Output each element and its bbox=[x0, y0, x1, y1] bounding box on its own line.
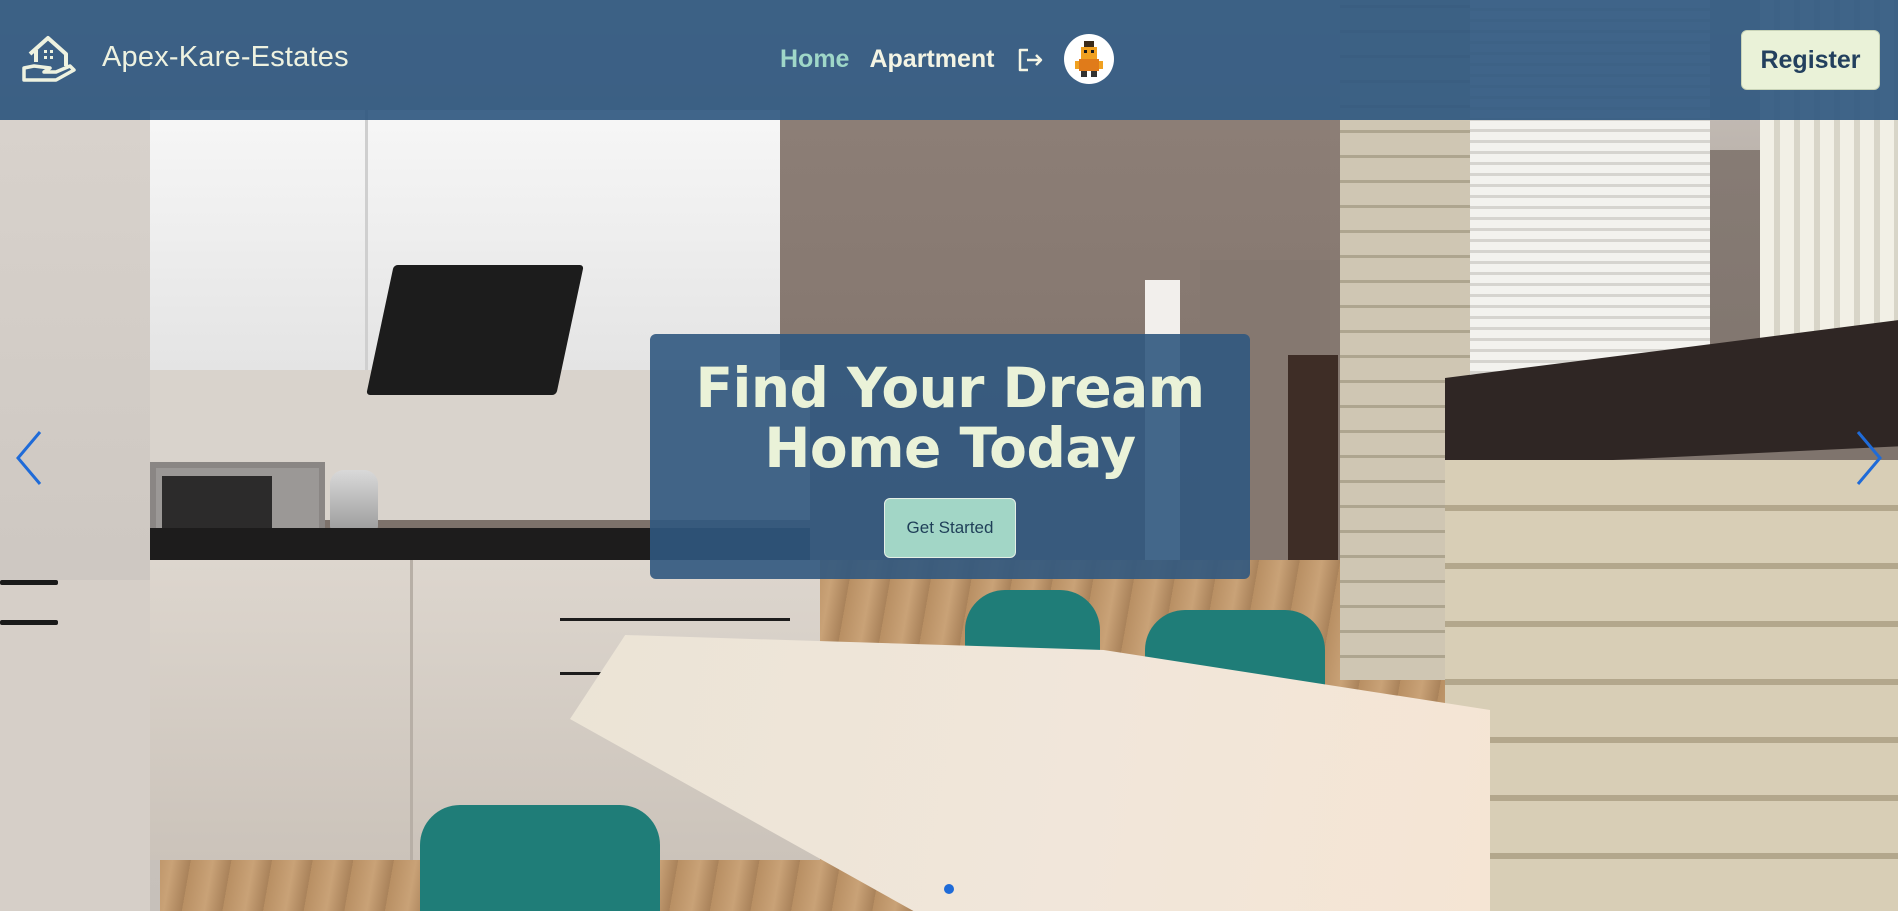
drawer-handle bbox=[560, 618, 790, 621]
avatar-image-icon bbox=[1075, 41, 1104, 77]
hero-title-line-2: Home Today bbox=[764, 416, 1136, 480]
cabinet-handle bbox=[0, 580, 58, 585]
chevron-right-icon[interactable] bbox=[1852, 428, 1886, 488]
stone-wall bbox=[1445, 460, 1898, 911]
chevron-left-icon[interactable] bbox=[12, 428, 46, 488]
tall-cabinet bbox=[0, 580, 150, 911]
house-in-hand-icon bbox=[22, 36, 76, 82]
kettle bbox=[330, 470, 378, 532]
logout-icon[interactable] bbox=[1016, 46, 1044, 74]
brand-name: Apex-Kare-Estates bbox=[102, 40, 349, 73]
hero-title: Find Your Dream Home Today bbox=[650, 358, 1250, 478]
nav-apartment-link[interactable]: Apartment bbox=[869, 45, 994, 74]
register-button[interactable]: Register bbox=[1741, 30, 1880, 90]
teal-chair bbox=[420, 805, 660, 911]
brand[interactable]: Apex-Kare-Estates bbox=[20, 28, 349, 86]
range-hood bbox=[366, 265, 584, 395]
hero-banner: Find Your Dream Home Today Get Started bbox=[650, 334, 1250, 579]
hero-title-line-1: Find Your Dream bbox=[695, 356, 1205, 420]
user-avatar[interactable] bbox=[1064, 34, 1115, 84]
get-started-button[interactable]: Get Started bbox=[884, 498, 1016, 558]
cabinet-handle bbox=[0, 620, 58, 625]
main-nav: Home Apartment bbox=[780, 34, 1115, 84]
site-header: Apex-Kare-Estates Home Apartment Registe… bbox=[0, 0, 1898, 120]
nav-home-link[interactable]: Home bbox=[780, 45, 849, 74]
entrance-door bbox=[1288, 355, 1338, 590]
carousel-pagination bbox=[944, 884, 954, 894]
carousel-dot-active[interactable] bbox=[944, 884, 954, 894]
